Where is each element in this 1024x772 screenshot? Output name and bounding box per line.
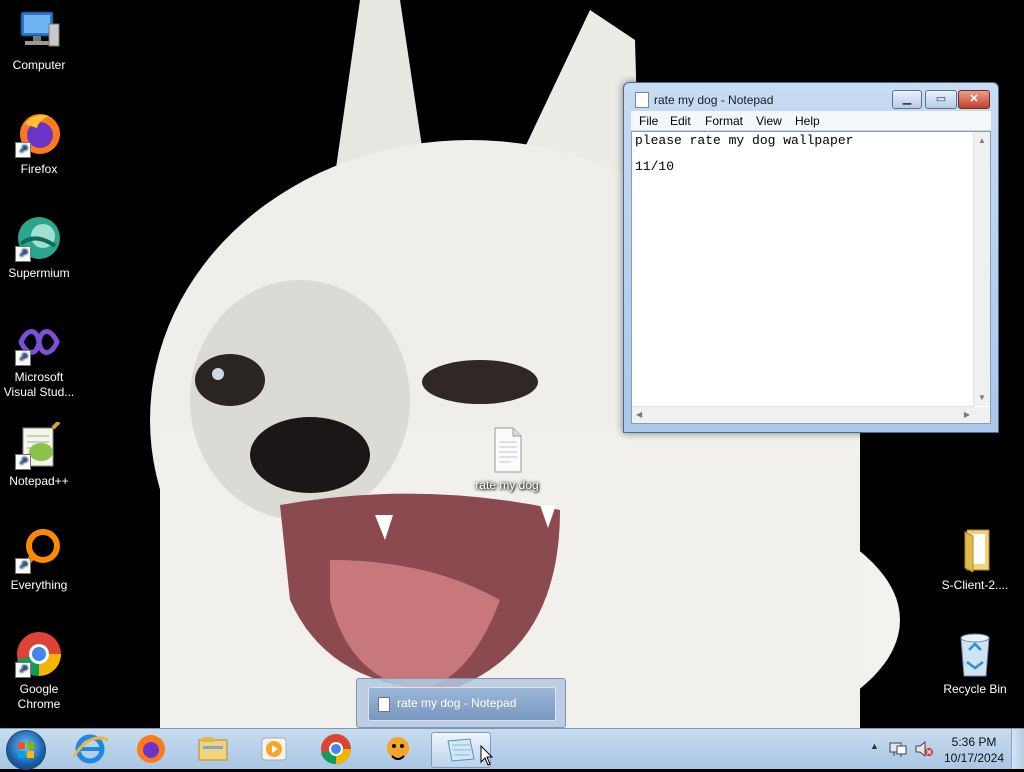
- menu-view[interactable]: View: [756, 114, 782, 128]
- preview-label: rate my dog - Notepad: [397, 696, 517, 710]
- everything-search-icon: ↗: [15, 526, 63, 574]
- notepad-plus-plus-icon: ↗: [15, 420, 63, 470]
- firefox-icon: ↗: [15, 110, 63, 158]
- desktop-icon-notepad-plus-plus[interactable]: ↗ Notepad++: [1, 420, 77, 489]
- text-editor-area[interactable]: please rate my dog wallpaper 11/10 ▲ ▼ ◀ …: [631, 131, 991, 424]
- window-title: rate my dog - Notepad: [654, 93, 774, 107]
- scroll-down-icon[interactable]: ▼: [978, 393, 986, 402]
- visual-studio-icon: ↗: [15, 318, 63, 366]
- desktop-icon-s-client-folder[interactable]: S-Client-2....: [937, 526, 1013, 593]
- minimize-icon: ▁: [902, 93, 912, 105]
- menu-help[interactable]: Help: [795, 114, 820, 128]
- desktop-icon-computer[interactable]: Computer: [1, 6, 77, 73]
- size-grip: [974, 407, 990, 423]
- notepad-icon: [378, 697, 390, 712]
- desktop-icon-rate-my-dog[interactable]: rate my dog: [469, 426, 545, 493]
- shortcut-arrow-icon: ↗: [15, 350, 31, 366]
- notepad-window[interactable]: rate my dog - Notepad ▁ ▭ ✕ File Edit Fo…: [623, 82, 999, 433]
- desktop-icon-label: Firefox: [20, 162, 58, 176]
- show-hidden-icons-button[interactable]: ▲: [870, 741, 879, 751]
- volume-muted-icon[interactable]: [914, 740, 934, 758]
- window-titlebar[interactable]: rate my dog - Notepad ▁ ▭ ✕: [624, 83, 998, 113]
- supermium-icon: ↗: [15, 214, 63, 262]
- shortcut-arrow-icon: ↗: [15, 558, 31, 574]
- shortcut-arrow-icon: ↗: [15, 246, 31, 262]
- computer-icon: [15, 6, 63, 54]
- editor-text[interactable]: please rate my dog wallpaper 11/10: [635, 134, 853, 173]
- desktop-icon-everything[interactable]: ↗ Everything: [1, 526, 77, 593]
- horizontal-scrollbar[interactable]: ◀ ▶: [632, 406, 974, 423]
- shortcut-arrow-icon: ↗: [15, 454, 31, 470]
- preview-item[interactable]: rate my dog - Notepad: [368, 687, 556, 721]
- taskbar-chrome[interactable]: [310, 732, 362, 766]
- desktop-icon-label: Everything: [10, 578, 68, 592]
- taskbar-thumbnail-preview[interactable]: rate my dog - Notepad: [356, 678, 566, 728]
- desktop-icon-recycle-bin[interactable]: Recycle Bin: [937, 630, 1013, 697]
- taskbar-firefox[interactable]: [125, 732, 177, 766]
- taskbar: ▲ 5:36 PM 10/17/2024: [0, 728, 1024, 770]
- clock-time: 5:36 PM: [951, 735, 997, 749]
- editor-line: please rate my dog wallpaper: [635, 133, 854, 148]
- clock-date: 10/17/2024: [943, 751, 1005, 765]
- chrome-icon: [321, 734, 351, 765]
- orange-character-icon: [387, 737, 409, 760]
- desktop-icon-label: Google Chrome: [17, 682, 61, 711]
- shortcut-arrow-icon: ↗: [15, 142, 31, 158]
- close-button[interactable]: ✕: [958, 90, 990, 109]
- menu-file[interactable]: File: [639, 114, 658, 128]
- desktop-icon-label: Microsoft Visual Stud...: [3, 370, 75, 399]
- windows-orb-icon: [18, 742, 34, 758]
- start-button[interactable]: [6, 730, 46, 770]
- folder-icon: [951, 526, 999, 574]
- desktop-icon-visual-studio[interactable]: ↗ Microsoft Visual Stud...: [1, 318, 77, 400]
- network-icon[interactable]: [889, 740, 907, 758]
- folder-icon: [198, 737, 228, 761]
- mouse-cursor-icon: [480, 745, 494, 766]
- desktop-icon-label: Recycle Bin: [943, 682, 1007, 696]
- scroll-right-icon[interactable]: ▶: [964, 410, 970, 419]
- menu-format[interactable]: Format: [705, 114, 743, 128]
- firefox-icon: [137, 735, 165, 763]
- taskbar-media-player[interactable]: [248, 732, 300, 766]
- notepad-icon: [635, 92, 649, 108]
- minimize-button[interactable]: ▁: [892, 90, 922, 109]
- menu-bar: File Edit Format View Help: [631, 111, 991, 130]
- taskbar-internet-explorer[interactable]: [64, 732, 116, 766]
- recycle-bin-icon: [951, 630, 999, 678]
- menu-edit[interactable]: Edit: [670, 114, 691, 128]
- text-file-icon: [483, 426, 531, 474]
- close-icon: ✕: [969, 93, 979, 105]
- scroll-left-icon[interactable]: ◀: [636, 410, 642, 419]
- maximize-button[interactable]: ▭: [925, 90, 957, 109]
- taskbar-app-orange[interactable]: [372, 732, 424, 766]
- desktop-icon-supermium[interactable]: ↗ Supermium: [1, 214, 77, 281]
- internet-explorer-icon: [72, 734, 109, 764]
- scroll-up-icon[interactable]: ▲: [978, 136, 986, 145]
- taskbar-file-explorer[interactable]: [187, 732, 239, 766]
- media-player-icon: [261, 737, 287, 761]
- desktop-icon-label: Supermium: [8, 266, 70, 280]
- desktop-icon-label: S-Client-2....: [941, 578, 1009, 592]
- vertical-scrollbar[interactable]: ▲ ▼: [973, 132, 990, 406]
- desktop-icon-label: Notepad++: [9, 474, 69, 488]
- chrome-icon: ↗: [15, 630, 63, 678]
- show-desktop-button[interactable]: [1011, 729, 1024, 769]
- desktop-icon-label: rate my dog: [475, 478, 539, 492]
- editor-line: 11/10: [635, 159, 675, 174]
- maximize-icon: ▭: [935, 93, 947, 105]
- shortcut-arrow-icon: ↗: [15, 662, 31, 678]
- desktop-icon-firefox[interactable]: ↗ Firefox: [1, 110, 77, 177]
- desktop-icon-google-chrome[interactable]: ↗ Google Chrome: [1, 630, 77, 712]
- desktop-icon-label: Computer: [12, 58, 66, 72]
